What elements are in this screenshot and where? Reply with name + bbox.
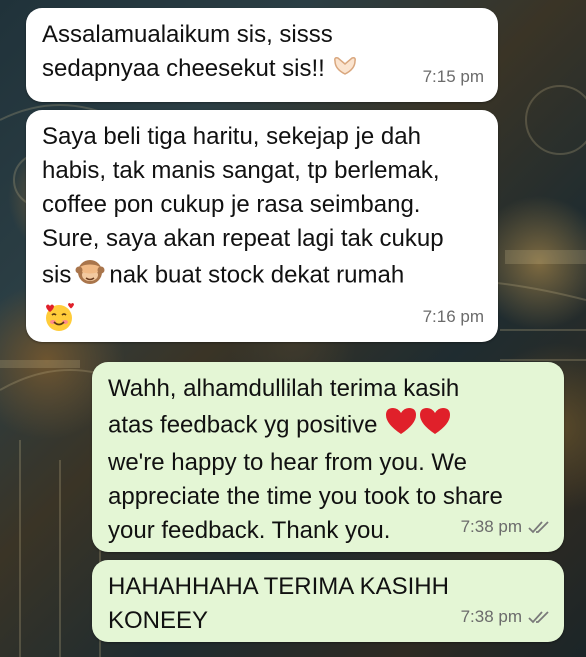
red-heart-emoji xyxy=(384,406,418,446)
red-heart-emoji xyxy=(418,406,452,446)
smiling-face-with-hearts-emoji xyxy=(42,300,76,344)
message-text: Wahh, alhamdullilah terima kasih xyxy=(108,375,460,402)
message-timestamp: 7:15 pm xyxy=(422,67,484,86)
message-text: HAHAHHAHA TERIMA KASIHH KONEEY xyxy=(108,573,449,634)
read-double-check-icon xyxy=(528,611,549,624)
heart-hands-emoji xyxy=(332,53,358,87)
read-double-check-icon xyxy=(528,521,549,534)
incoming-message-bubble[interactable]: Assalamualaikum sis, sisss sedapnyaa che… xyxy=(26,8,498,102)
see-no-evil-monkey-emoji xyxy=(75,256,105,296)
outgoing-message-bubble[interactable]: Wahh, alhamdullilah terima kasih atas fe… xyxy=(92,362,564,552)
outgoing-message-bubble[interactable]: HAHAHHAHA TERIMA KASIHH KONEEY 7:38 pm xyxy=(92,560,564,642)
message-text: atas feedback yg positive xyxy=(108,411,378,439)
message-text-tail: nak buat stock dekat rumah xyxy=(109,261,405,289)
message-timestamp: 7:38 pm xyxy=(461,510,550,544)
incoming-message-bubble[interactable]: Saya beli tiga haritu, sekejap je dah ha… xyxy=(26,110,498,342)
message-text: Assalamualaikum sis, sisss sedapnyaa che… xyxy=(42,21,333,82)
message-timestamp: 7:38 pm xyxy=(461,600,550,634)
message-timestamp: 7:16 pm xyxy=(422,307,484,326)
